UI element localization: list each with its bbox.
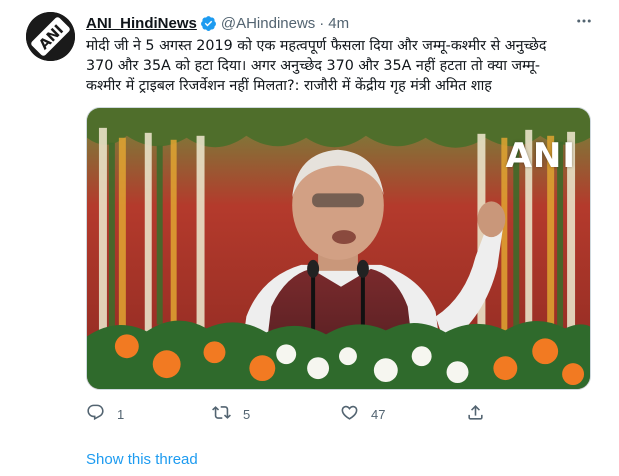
share-button[interactable] [466,402,485,426]
reply-count: 1 [117,406,125,422]
reply-icon [86,403,105,425]
avatar[interactable]: ANI [26,12,75,61]
like-button[interactable]: 47 [340,402,385,426]
separator: · [319,14,325,32]
tweet-card[interactable]: ANI ANI_HindiNews @AHindinews · 4m मोदी … [0,0,619,476]
show-thread-link[interactable]: Show this thread [86,451,198,468]
tweet-text-line: 370 और 35A को हटा दिया। अगर अनुच्छेद 370… [86,58,541,74]
tweet-text: मोदी जी ने 5 अगस्त 2019 को एक महत्वपूर्ण… [86,36,606,96]
display-name[interactable]: ANI_HindiNews [86,15,197,32]
ani-logo: ANI [26,12,75,61]
more-icon[interactable] [573,10,595,32]
tweet-header: ANI_HindiNews @AHindinews · 4m [86,13,349,33]
like-icon [340,403,359,425]
timestamp[interactable]: 4m [328,15,349,32]
verified-badge-icon [200,15,217,32]
tweet-image[interactable]: ANI [86,107,591,390]
retweet-button[interactable]: 5 [212,402,250,426]
retweet-icon [212,403,231,425]
like-count: 47 [371,406,386,422]
share-icon [466,403,485,425]
retweet-count: 5 [243,406,251,422]
tweet-text-line: कश्मीर में ट्राइबल रिजर्वेशन नहीं मिलता?… [86,78,492,94]
tweet-text-line: मोदी जी ने 5 अगस्त 2019 को एक महत्वपूर्ण… [86,38,547,54]
image-watermark: ANI [505,136,576,176]
author-handle[interactable]: @AHindinews [221,15,315,32]
tweet-actions: 1 5 47 [86,402,566,426]
reply-button[interactable]: 1 [86,402,124,426]
